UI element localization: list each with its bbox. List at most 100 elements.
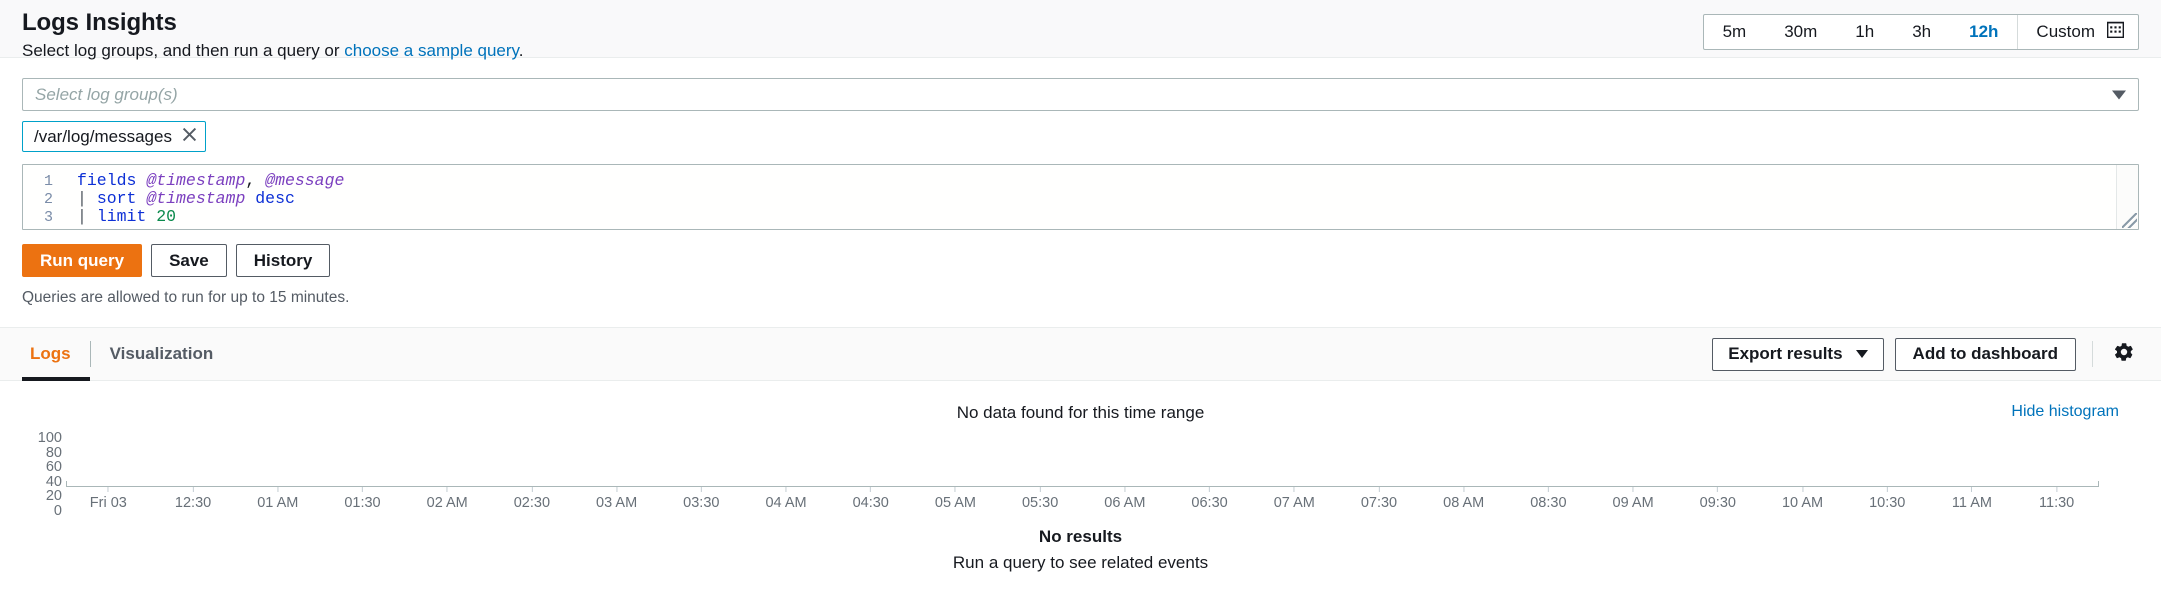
x-axis-tick-mark [1039,487,1041,492]
logs-insights-page: Logs Insights Select log groups, and the… [0,0,2161,616]
x-axis-tick-label: 12:30 [175,487,211,511]
time-range-option-5m[interactable]: 5m [1704,15,1766,49]
log-group-token[interactable]: /var/log/messages [22,121,206,152]
results-toolbar-actions: Export results Add to dashboard [1712,337,2139,371]
query-token: 20 [156,207,177,226]
x-axis-tick-mark [616,487,618,492]
x-axis-tick-label: 04:30 [853,487,889,511]
x-axis-tick-mark [1547,487,1549,492]
time-range-custom[interactable]: Custom [2017,15,2138,49]
time-range-option-12h[interactable]: 12h [1950,15,2017,49]
x-axis-tick-label: 10 AM [1782,487,1823,511]
x-axis-tick-mark [277,487,279,492]
query-editor-line-code[interactable]: | sort @timestamp desc [63,190,295,208]
results-area: No data found for this time range Hide h… [22,381,2139,573]
add-to-dashboard-button[interactable]: Add to dashboard [1894,337,2076,371]
query-editor-line-code[interactable]: | limit 20 [63,208,176,226]
query-token [136,171,146,190]
x-axis-tick-text: 02 AM [426,495,468,511]
x-axis-tick-mark [2056,487,2058,492]
settings-button[interactable] [2109,339,2139,369]
query-editor-content[interactable]: 1 fields @timestamp, @message 2 | sort @tim… [23,165,2138,229]
time-range-option-30m[interactable]: 30m [1765,15,1836,49]
toolbar-divider [2092,341,2093,367]
log-group-select[interactable]: Select log group(s) [22,78,2139,111]
x-axis-tick-label: 09 AM [1613,487,1654,511]
y-axis-tick-label: 0 [53,502,62,519]
x-axis-tick-mark [531,487,533,492]
page-title: Logs Insights [22,9,177,36]
history-button[interactable]: History [235,244,331,277]
hide-histogram-link[interactable]: Hide histogram [2011,403,2119,421]
x-axis-tick-mark [1293,487,1295,492]
x-axis-tick-label: 03:30 [683,487,719,511]
x-axis-tick-mark [1463,487,1465,492]
x-axis-tick-text: 01 AM [257,495,299,511]
results-toolbar: Logs Visualization Export results Add to… [0,327,2161,381]
x-axis-tick-mark [954,487,956,492]
results-tabs: Logs Visualization [22,327,232,381]
query-editor-line-code[interactable]: fields @timestamp, @message [63,172,344,190]
x-axis-tick-text: 12:30 [174,495,212,511]
query-token: | [77,207,97,226]
tab-visualization[interactable]: Visualization [91,327,233,381]
x-axis-tick-label: 07:30 [1361,487,1397,511]
x-axis-tick-label: 05 AM [935,487,976,511]
query-editor-line-number: 2 [43,191,53,208]
x-axis-tick-label: 04 AM [765,487,807,511]
query-token: | [77,189,97,208]
log-group-select-row: Select log group(s) [22,58,2139,111]
query-actions: Run query Save History [22,244,2139,277]
query-token [146,207,156,226]
run-query-button[interactable]: Run query [22,244,143,277]
x-axis-tick-mark [107,487,109,492]
save-button[interactable]: Save [151,244,227,277]
page-body: Select log group(s) /var/log/messages 1f… [0,58,2161,573]
x-axis-tick-text: 07:30 [1360,495,1398,511]
calendar-icon [2106,21,2125,43]
x-axis-tick-mark [1632,487,1634,492]
query-editor-line: 1 fields @timestamp, @message [23,172,2138,191]
histogram-plot-area [66,435,2099,487]
query-editor-resize-handle[interactable] [2122,213,2137,228]
time-range-option-1h[interactable]: 1h [1836,15,1893,49]
y-axis-tick-label: 40 [45,473,62,490]
tab-logs[interactable]: Logs [22,327,90,381]
x-axis-tick-label: 08:30 [1530,487,1567,511]
x-axis-tick-label: 11:30 [2039,487,2074,511]
no-results-block: No results Run a query to see related ev… [22,527,2139,573]
query-token: , [245,171,266,190]
x-axis-tick-label: 06 AM [1104,487,1145,511]
query-editor[interactable]: 1 fields @timestamp, @message 2 | sort @tim… [22,164,2139,230]
x-axis-tick-mark [1802,487,1804,492]
x-axis-tick-label: 10:30 [1869,487,1905,511]
log-group-select-placeholder: Select log group(s) [35,84,178,104]
x-axis-tick-mark [1124,487,1126,492]
x-axis-tick-label: 07 AM [1274,487,1315,511]
x-axis-tick-text: 02:30 [513,495,551,511]
time-range-option-3h[interactable]: 3h [1893,15,1950,49]
query-token [245,189,255,208]
y-axis-tick-label: 80 [45,444,62,461]
histogram-chart: 100 80 60 40 20 0 Fri 03 12:30 01 AM 01:30 02 AM 0… [22,431,2139,518]
query-editor-line: 2 | sort @timestamp desc [23,190,2138,209]
x-axis-tick-label: 08 AM [1443,487,1484,511]
query-token: @message [265,171,345,190]
no-results-subtitle: Run a query to see related events [952,553,1209,572]
x-axis-tick-label: 05:30 [1022,487,1058,511]
query-editor-line: 3 | limit 20 [23,208,2138,227]
x-axis-tick-mark [870,487,872,492]
close-icon[interactable] [182,127,197,147]
x-axis-tick-mark [446,487,448,492]
query-token: desc [255,189,295,208]
query-token: @timestamp [146,189,246,208]
x-axis-tick-mark [1971,487,1973,492]
x-axis-tick-mark [1209,487,1211,492]
time-range-selector[interactable]: 5m 30m 1h 3h 12h Custom [1702,14,2139,50]
x-axis-tick-mark [361,487,363,492]
x-axis-tick-text: 06 AM [1104,495,1146,511]
x-axis-tick-text: 06:30 [1191,495,1228,511]
export-results-button[interactable]: Export results [1712,337,1884,371]
x-axis-tick-text: Fri 03 [89,495,127,511]
x-axis-tick-text: 10 AM [1781,495,1824,511]
